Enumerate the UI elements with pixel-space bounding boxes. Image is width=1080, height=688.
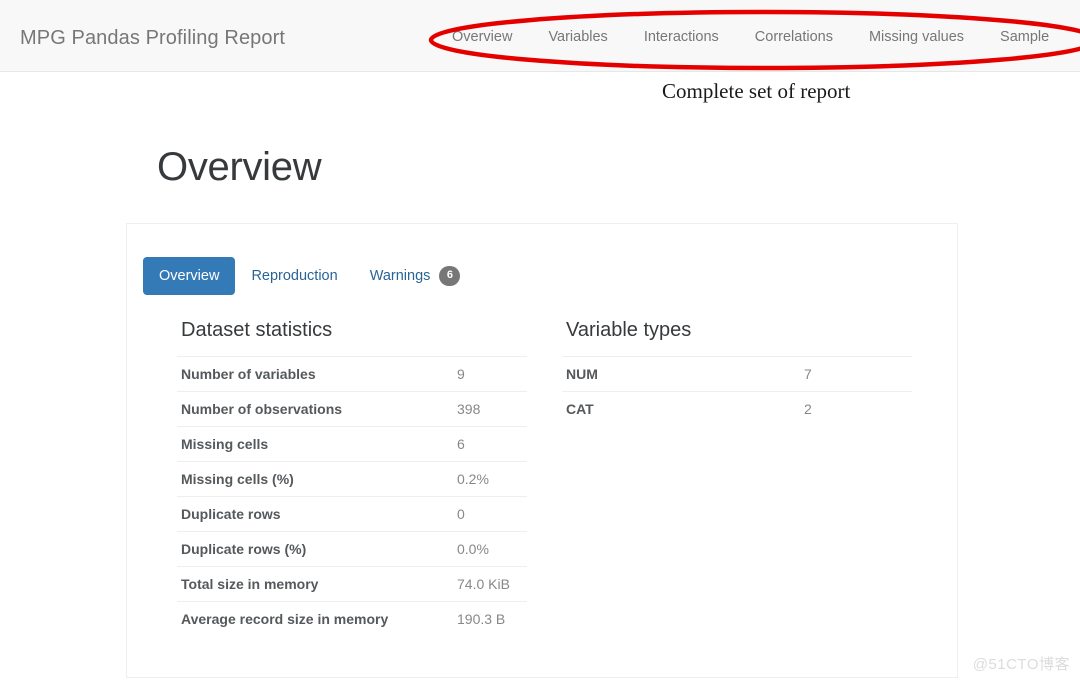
variable-types-section: Variable types NUM 7 CAT 2 — [562, 319, 912, 426]
variable-types-table: NUM 7 CAT 2 — [562, 356, 912, 426]
table-row: Total size in memory 74.0 KiB — [177, 567, 527, 602]
stat-value: 0.2% — [453, 462, 527, 497]
top-navbar: MPG Pandas Profiling Report Overview Var… — [0, 0, 1080, 72]
annotation-caption: Complete set of report — [662, 76, 862, 106]
dataset-statistics-table: Number of variables 9 Number of observat… — [177, 356, 527, 636]
dataset-statistics-section: Dataset statistics Number of variables 9… — [177, 319, 527, 636]
vartype-value: 7 — [800, 357, 912, 392]
tab-reproduction[interactable]: Reproduction — [235, 257, 353, 295]
stat-label: Number of variables — [177, 357, 453, 392]
tab-overview-label: Overview — [159, 268, 219, 284]
tab-overview[interactable]: Overview — [143, 257, 235, 295]
table-row: Number of observations 398 — [177, 392, 527, 427]
page-title: Overview — [157, 145, 321, 190]
watermark: @51CTO博客 — [973, 653, 1070, 674]
stat-label: Average record size in memory — [177, 602, 453, 637]
stat-value: 74.0 KiB — [453, 567, 527, 602]
stat-label: Duplicate rows (%) — [177, 532, 453, 567]
stat-value: 6 — [453, 427, 527, 462]
stat-label: Number of observations — [177, 392, 453, 427]
overview-card: Overview Reproduction Warnings 6 Dataset… — [126, 223, 958, 678]
stat-value: 9 — [453, 357, 527, 392]
stat-value: 398 — [453, 392, 527, 427]
stat-label: Missing cells — [177, 427, 453, 462]
stat-label: Duplicate rows — [177, 497, 453, 532]
table-row: Missing cells (%) 0.2% — [177, 462, 527, 497]
tab-warnings[interactable]: Warnings 6 — [354, 255, 477, 297]
dataset-statistics-heading: Dataset statistics — [177, 319, 527, 344]
stat-value: 190.3 B — [453, 602, 527, 637]
warnings-count-badge: 6 — [439, 266, 460, 286]
table-row: Missing cells 6 — [177, 427, 527, 462]
tab-reproduction-label: Reproduction — [251, 268, 337, 284]
vartype-label: CAT — [562, 392, 800, 427]
navbar-links: Overview Variables Interactions Correlat… — [440, 29, 1067, 45]
table-row: Average record size in memory 190.3 B — [177, 602, 527, 637]
table-row: NUM 7 — [562, 357, 912, 392]
nav-link-correlations[interactable]: Correlations — [737, 29, 851, 45]
vartype-value: 2 — [800, 392, 912, 427]
table-row: Duplicate rows (%) 0.0% — [177, 532, 527, 567]
nav-link-overview[interactable]: Overview — [440, 29, 530, 45]
nav-link-missing-values[interactable]: Missing values — [851, 29, 982, 45]
stat-value: 0.0% — [453, 532, 527, 567]
table-row: CAT 2 — [562, 392, 912, 427]
table-row: Duplicate rows 0 — [177, 497, 527, 532]
navbar-brand[interactable]: MPG Pandas Profiling Report — [20, 27, 285, 50]
stat-value: 0 — [453, 497, 527, 532]
table-row: Number of variables 9 — [177, 357, 527, 392]
card-tab-strip: Overview Reproduction Warnings 6 — [143, 255, 476, 297]
stat-label: Missing cells (%) — [177, 462, 453, 497]
vartype-label: NUM — [562, 357, 800, 392]
tab-warnings-label: Warnings — [370, 268, 431, 284]
nav-link-interactions[interactable]: Interactions — [626, 29, 737, 45]
nav-link-sample[interactable]: Sample — [982, 29, 1067, 45]
nav-link-variables[interactable]: Variables — [530, 29, 625, 45]
variable-types-heading: Variable types — [562, 319, 912, 344]
stat-label: Total size in memory — [177, 567, 453, 602]
